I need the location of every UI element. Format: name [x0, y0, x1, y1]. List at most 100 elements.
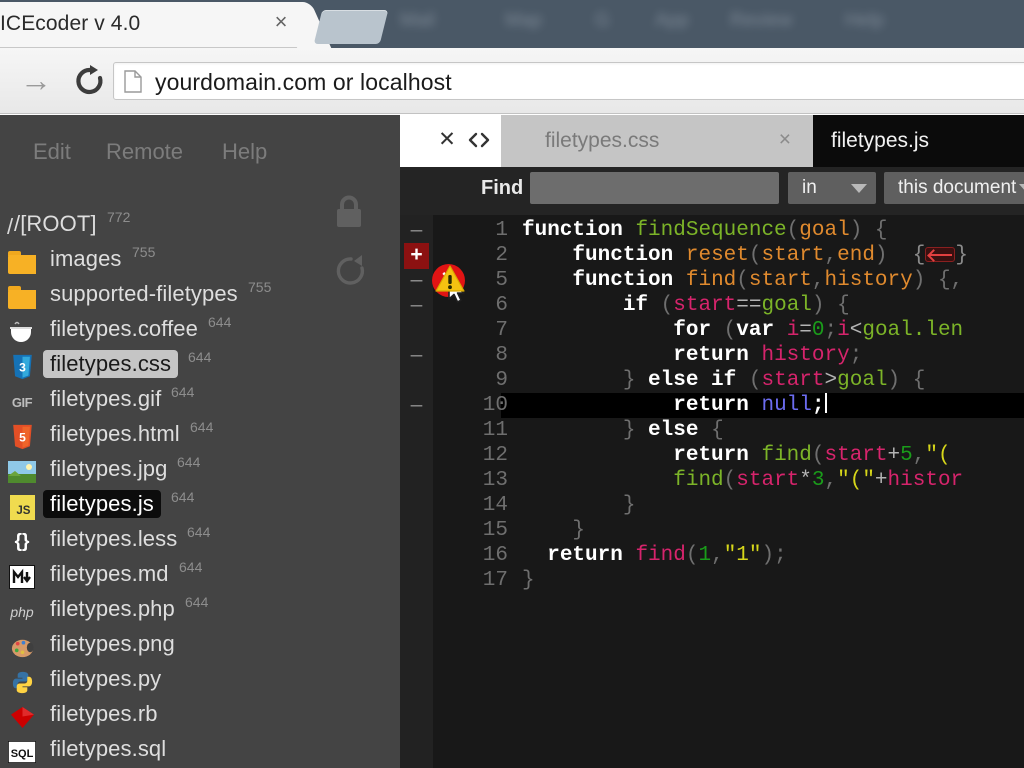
code-text: function reset(start,end) {} [572, 243, 968, 268]
tree-root-row[interactable]: //[ROOT] 772 [0, 209, 400, 245]
tree-file-row[interactable]: filetypes.md 644 [0, 559, 400, 595]
line-number: 11 [482, 419, 508, 442]
code-text: } else if (start>goal) { [622, 369, 926, 392]
tree-item-permissions: 755 [248, 279, 272, 295]
code-text: } [622, 494, 636, 517]
browser-tab-title: ICEcoder v 4.0 [0, 12, 141, 35]
tree-item-label: images [50, 246, 122, 271]
tree-file-row[interactable]: 3 filetypes.css 644 [0, 349, 400, 385]
tree-item-permissions: 644 [208, 314, 232, 330]
tree-item-label: filetypes.png [50, 631, 175, 656]
line-number: 15 [482, 519, 508, 542]
code-text: return null; [673, 393, 827, 417]
find-scope-label: this document [898, 177, 1017, 198]
sql-icon: SQL [8, 739, 36, 765]
code-line[interactable]: 5 function find(start,history) {, [400, 268, 1024, 293]
editor-tab-label: filetypes.js [831, 129, 930, 152]
menu-item-edit[interactable]: Edit [33, 139, 71, 169]
chrome-menu-item-1[interactable]: Mail [400, 10, 435, 36]
find-in-dropdown[interactable]: in [788, 172, 876, 204]
tree-file-row[interactable]: {} filetypes.less 644 [0, 524, 400, 560]
tree-item-permissions: 644 [177, 454, 201, 470]
chrome-menu-item-3[interactable]: G [595, 10, 610, 36]
tree-item-permissions: 644 [171, 384, 195, 400]
code-text: function findSequence(goal) { [522, 219, 888, 242]
tree-item-permissions: 772 [107, 209, 131, 225]
collapsed-fold-widget[interactable]: {} [913, 243, 968, 268]
tree-file-row[interactable]: filetypes.py [0, 665, 400, 700]
php-icon: php [10, 604, 34, 620]
tree-file-row[interactable]: SQL filetypes.sql [0, 735, 400, 768]
editor-tab-close-icon[interactable]: × [779, 128, 791, 152]
chrome-menu-item-2[interactable]: Map [505, 10, 542, 36]
line-number: 6 [495, 294, 508, 317]
menu-item-help[interactable]: Help [222, 139, 267, 169]
tree-item-permissions: 644 [179, 559, 203, 575]
code-icon[interactable] [466, 127, 492, 153]
browser-tab-close-icon[interactable]: × [270, 11, 292, 33]
tree-file-row[interactable]: filetypes.rb [0, 700, 400, 735]
tree-item-permissions: 644 [171, 489, 195, 505]
tree-file-row[interactable]: filetypes.png [0, 630, 400, 665]
new-tab-button[interactable] [313, 10, 389, 44]
code-line[interactable]: 12 return find(start+5,"( [400, 443, 1024, 468]
md-icon [8, 564, 36, 590]
code-line[interactable]: 6 if (start==goal) { [400, 293, 1024, 318]
code-line[interactable]: 2 function reset(start,end) {} [400, 243, 1024, 268]
tree-item-label: filetypes.py [50, 666, 162, 691]
code-line[interactable]: 13 find(start*3,"("+histor [400, 468, 1024, 493]
code-line[interactable]: 15 } [400, 518, 1024, 543]
chrome-menu-item-6[interactable]: Help [845, 10, 884, 36]
tree-item-label: filetypes.less [50, 526, 178, 551]
editor-tab-filetypes-css[interactable]: filetypes.css × [501, 115, 813, 167]
line-number: 10 [482, 394, 508, 417]
tree-file-row[interactable]: JS filetypes.js 644 [0, 489, 400, 525]
code-line[interactable]: 8 return history; [400, 343, 1024, 368]
file-tree: //[ROOT] 772 images 755 supported-filetypes 7… [0, 209, 400, 768]
close-icon[interactable]: ✕ [434, 127, 460, 153]
tree-file-row[interactable]: php filetypes.php 644 [0, 594, 400, 630]
code-line[interactable]: 1 function findSequence(goal) { [400, 218, 1024, 243]
code-line[interactable]: 11 } else { [400, 418, 1024, 443]
sidebar-menubar: Edit Remote Help [0, 139, 400, 171]
find-in-label: in [802, 177, 817, 198]
chrome-menu-item-5[interactable]: Review [730, 10, 792, 36]
tree-folder-row[interactable]: supported-filetypes 755 [0, 279, 400, 315]
page-icon [124, 70, 142, 93]
screen: ICEcoder v 4.0 × Mail Map G App Review H… [0, 0, 1024, 768]
reload-icon[interactable] [72, 64, 108, 98]
code-lines: 1 function findSequence(goal) {2 function… [400, 215, 1024, 768]
find-input[interactable] [530, 172, 779, 204]
tree-file-row[interactable]: GIF filetypes.gif 644 [0, 384, 400, 420]
chrome-menu-item-4[interactable]: App [655, 10, 689, 36]
code-area[interactable]: –+––––– ✕ 1function findSequence(goal) {… [400, 215, 1024, 768]
tree-file-row[interactable]: filetypes.coffee 644 [0, 314, 400, 350]
tree-item-label: filetypes.html [50, 421, 180, 446]
html5-icon: 5 [8, 424, 36, 450]
tree-file-row[interactable]: 5 filetypes.html 644 [0, 419, 400, 455]
tree-file-row[interactable]: filetypes.jpg 644 [0, 454, 400, 490]
icecoder-app: Edit Remote Help //[ROOT] 772 images 755 sup… [0, 115, 1024, 768]
code-line[interactable]: 14 } [400, 493, 1024, 518]
code-line[interactable]: 10 return null; [400, 393, 1024, 418]
forward-arrow-icon[interactable]: → [14, 64, 58, 96]
menu-item-remote[interactable]: Remote [106, 139, 183, 169]
code-line[interactable]: 7 for (var i=0;i<goal.len [400, 318, 1024, 343]
tree-item-label: filetypes.php [50, 596, 175, 621]
code-line[interactable]: 9 } else if (start>goal) { [400, 368, 1024, 393]
code-line[interactable]: 17} [400, 568, 1024, 593]
address-bar[interactable]: yourdomain.com or localhost [113, 62, 1024, 100]
browser-tab-strip: ICEcoder v 4.0 × Mail Map G App Review H… [0, 0, 1024, 48]
png-icon [8, 634, 36, 660]
tree-item-label: filetypes.css [43, 350, 179, 378]
find-scope-dropdown[interactable]: this document [884, 172, 1024, 204]
js-icon: JS [8, 494, 36, 520]
tree-item-label: filetypes.md [50, 561, 169, 586]
code-line[interactable]: 16 return find(1,"1"); [400, 543, 1024, 568]
gif-icon: GIF [11, 394, 33, 410]
tree-folder-row[interactable]: images 755 [0, 244, 400, 280]
editor-tab-label: filetypes.css [545, 129, 660, 152]
code-text: return find(1,"1"); [547, 544, 787, 567]
editor-tab-filetypes-js[interactable]: filetypes.js [813, 115, 1024, 167]
rb-icon [8, 704, 36, 730]
